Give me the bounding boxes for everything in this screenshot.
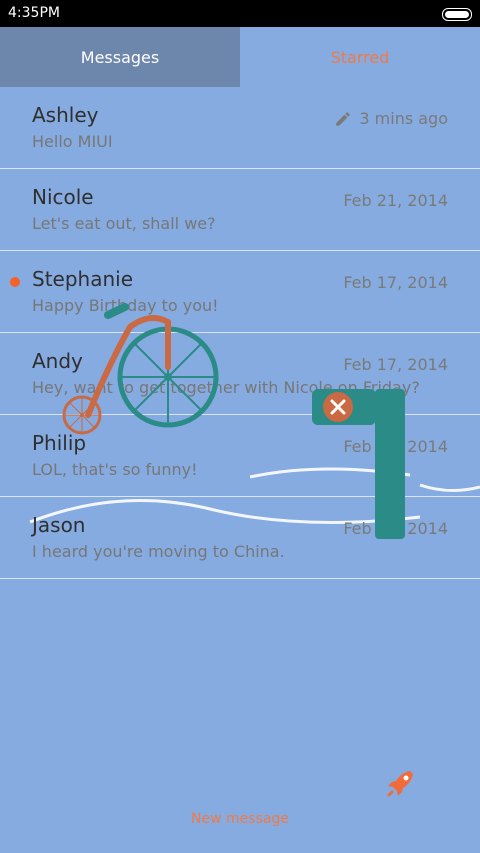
new-message-button[interactable]: New message: [160, 760, 413, 840]
new-message-label: New message: [191, 811, 289, 827]
message-row[interactable]: Nicole Let's eat out, shall we? Feb 21, …: [0, 169, 480, 251]
message-preview: Let's eat out, shall we?: [32, 214, 216, 233]
message-list: Ashley Hello MIUI 3 mins ago Nicole Let'…: [0, 87, 480, 687]
bicycle-illustration: [62, 303, 405, 539]
tab-messages[interactable]: Messages: [0, 27, 240, 87]
tab-bar: Messages Starred: [0, 27, 480, 87]
status-time: 4:35PM: [8, 5, 60, 21]
status-bar: 4:35PM: [0, 0, 480, 27]
sender-name: Nicole: [32, 185, 94, 209]
message-date: 3 mins ago: [359, 109, 448, 128]
message-row[interactable]: Ashley Hello MIUI 3 mins ago: [0, 87, 480, 169]
tab-starred[interactable]: Starred: [240, 27, 480, 87]
sender-name: Ashley: [32, 103, 99, 127]
message-date: Feb 17, 2014: [343, 273, 448, 292]
rocket-icon: [387, 771, 413, 797]
message-preview: Hello MIUI: [32, 132, 113, 151]
message-date: Feb 21, 2014: [343, 191, 448, 210]
sender-name: Stephanie: [32, 267, 134, 291]
unread-dot-icon: [10, 277, 20, 287]
bottom-bar: New message: [0, 760, 480, 840]
pencil-icon: [336, 112, 350, 126]
battery-icon: [442, 8, 472, 21]
